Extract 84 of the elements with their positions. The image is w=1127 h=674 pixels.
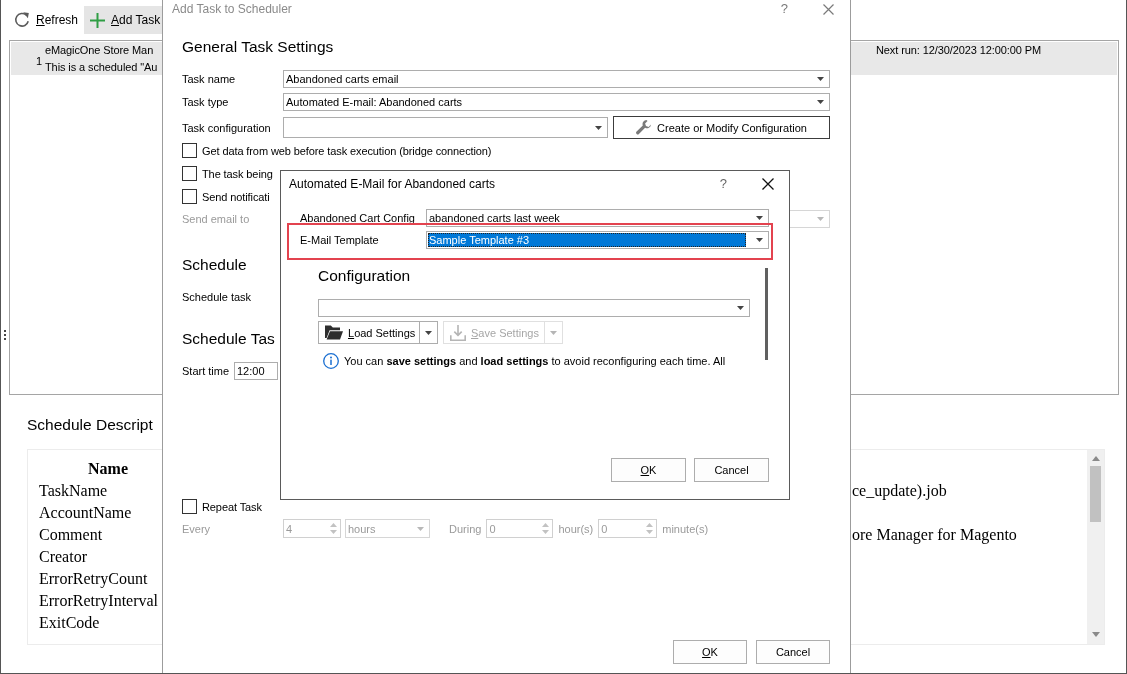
checkbox[interactable] (182, 189, 197, 204)
plus-icon (90, 12, 106, 28)
caret-icon (737, 306, 744, 310)
row-number: 1 (35, 53, 43, 67)
field-label: minute(s) (662, 522, 709, 535)
table-cell-text: ore Manager for Magento (852, 525, 1017, 546)
section-title: Schedule Descript (27, 415, 153, 435)
scrollbar[interactable] (1087, 450, 1104, 644)
configure-button[interactable]: Create or Modify Configuration (613, 116, 830, 139)
scrollbar-thumb[interactable] (765, 268, 768, 360)
section-heading: General Task Settings (182, 37, 334, 57)
table-cell-text: ce_update).job (852, 481, 947, 502)
table-cell-text: AccountName (38, 503, 132, 523)
info-icon (323, 353, 339, 369)
checkbox[interactable] (182, 166, 197, 181)
close-icon (762, 177, 774, 190)
dropdown-field[interactable]: Abandoned carts email (283, 70, 830, 88)
table-cell-text: Creator (38, 547, 87, 567)
caret-icon (550, 330, 557, 335)
caret-icon (417, 526, 424, 531)
field-label: hour(s) (558, 522, 594, 535)
dialog-button[interactable]: OK (611, 458, 686, 482)
caret-icon (817, 100, 824, 104)
field-label: Start time (182, 365, 231, 377)
table-cell-text: ErrorRetryInterval (38, 591, 159, 612)
table-cell-text: Comment (38, 525, 103, 545)
dialog-button[interactable]: Cancel (756, 640, 830, 664)
time-field[interactable]: 12:00 (234, 362, 278, 380)
column-header: Name (88, 459, 128, 479)
scroll-up-icon (1091, 456, 1100, 461)
spin-arrows-icon (542, 523, 550, 534)
dropdown-arrow-button[interactable] (420, 321, 438, 344)
field-label: Task name (182, 73, 237, 85)
checkbox-label: Get data from web before task execution (bridge connection) (202, 144, 492, 157)
caret-icon (425, 330, 432, 335)
checkbox-label: Repeat Task (202, 500, 262, 513)
checkbox-label: The task being (202, 167, 273, 180)
field-label: Every (182, 522, 212, 535)
load-settings-button[interactable]: Load Settings (318, 321, 420, 344)
table-cell-text: TaskName (38, 481, 108, 501)
task-description: This is a scheduled "Au (45, 60, 158, 75)
field-label: Send email to (182, 213, 251, 225)
caret-icon (817, 217, 824, 221)
caret-icon (595, 125, 602, 130)
caret-icon (817, 77, 824, 81)
section-heading: Configuration (318, 266, 411, 286)
refresh-button[interactable]: Refresh (8, 6, 85, 34)
table-cell-text: ExitCode (38, 613, 100, 633)
close-button[interactable] (762, 177, 774, 190)
spin-arrows-icon (330, 523, 337, 534)
field-label: Task type (182, 96, 230, 108)
scroll-down-icon (1091, 632, 1100, 637)
help-button[interactable]: ? (719, 175, 727, 192)
dialog-title: Automated E-Mail for Abandoned carts (289, 176, 496, 191)
dropdown-field[interactable]: Automated E-mail: Abandoned carts (283, 93, 830, 111)
dropdown-field[interactable]: Sample Template #3 (426, 231, 769, 249)
folder-icon (325, 325, 343, 340)
next-run-text: Next run: 12/30/2023 12:00:00 PM (876, 43, 1041, 58)
scrollbar-thumb[interactable] (1090, 466, 1101, 522)
dialog-button[interactable]: Cancel (694, 458, 769, 482)
section-heading: Schedule (182, 255, 247, 275)
field-label: Abandoned Cart Config (300, 212, 416, 224)
download-icon (450, 324, 466, 341)
checkbox-label: Send notificati (202, 190, 270, 203)
field-label: E-Mail Template (300, 234, 380, 246)
help-button[interactable]: ? (780, 1, 788, 17)
wrench-icon (636, 120, 652, 135)
close-icon (823, 3, 834, 15)
field-label: During (449, 522, 482, 535)
dialog-title: Add Task to Scheduler (172, 2, 292, 16)
dropdown-field[interactable] (283, 117, 608, 138)
dialog-button[interactable]: OK (673, 640, 747, 664)
field-label: Task configuration (182, 121, 272, 134)
caret-icon (756, 238, 763, 242)
table-cell-text: ErrorRetryCount (38, 569, 148, 590)
dropdown-field[interactable] (318, 299, 750, 317)
field-label: Schedule task (182, 290, 252, 305)
section-heading: Schedule Tas (182, 329, 275, 349)
checkbox[interactable] (182, 143, 197, 158)
refresh-icon (14, 12, 30, 28)
caret-icon (756, 216, 763, 220)
spin-arrows-icon (646, 523, 654, 534)
info-text: You can save settings and load settings to avoid reconfiguring each time. All (344, 355, 726, 367)
task-title: eMagicOne Store Man (45, 43, 154, 58)
